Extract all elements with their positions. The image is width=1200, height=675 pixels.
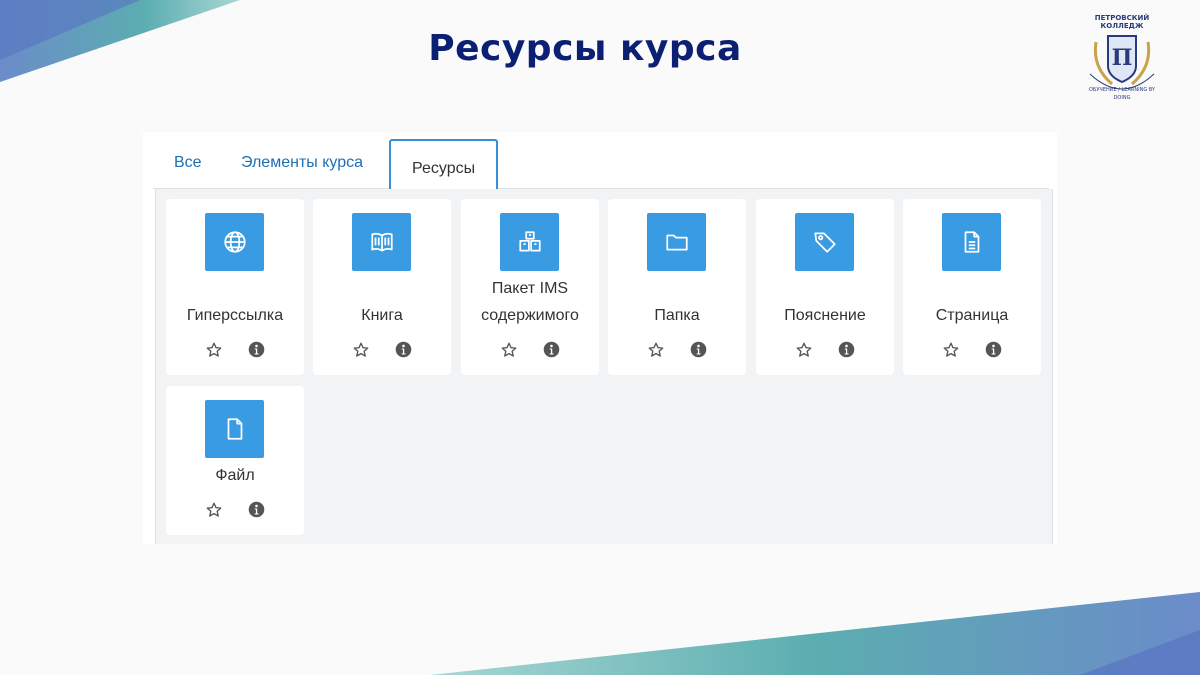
folder-icon bbox=[647, 213, 706, 271]
star-icon[interactable] bbox=[647, 341, 665, 359]
resource-label-line2: содержимого bbox=[481, 307, 579, 324]
resource-card-file[interactable]: Файл bbox=[166, 386, 304, 535]
resource-card-folder[interactable]: Папка bbox=[608, 199, 746, 375]
tab-resources[interactable]: Ресурсы bbox=[389, 139, 499, 193]
package-icon bbox=[500, 213, 559, 271]
info-icon[interactable] bbox=[985, 341, 1002, 358]
chooser-tabs: Все Элементы курса Ресурсы bbox=[153, 132, 1049, 193]
tag-icon bbox=[795, 213, 854, 271]
resource-label: Папка bbox=[654, 307, 700, 324]
resource-label: Пояснение bbox=[784, 307, 866, 324]
activity-chooser: Все Элементы курса Ресурсы Гиперссылка К… bbox=[143, 132, 1057, 544]
book-icon bbox=[352, 213, 411, 271]
file-icon bbox=[205, 400, 264, 458]
resource-card-url[interactable]: Гиперссылка bbox=[166, 199, 304, 375]
info-icon[interactable] bbox=[838, 341, 855, 358]
resource-label: Файл bbox=[215, 467, 255, 484]
info-icon[interactable] bbox=[543, 341, 560, 358]
resource-card-book[interactable]: Книга bbox=[313, 199, 451, 375]
star-icon[interactable] bbox=[795, 341, 813, 359]
logo-emblem-icon: П bbox=[1089, 35, 1155, 90]
info-icon[interactable] bbox=[395, 341, 412, 358]
page-icon bbox=[942, 213, 1001, 271]
tab-all[interactable]: Все bbox=[174, 154, 202, 172]
logo-motto: ОБУЧЕНИЕ / LEARNING BY DOING bbox=[1089, 87, 1155, 101]
star-icon[interactable] bbox=[352, 341, 370, 359]
resource-label: Страница bbox=[935, 307, 1009, 324]
info-icon[interactable] bbox=[690, 341, 707, 358]
resource-card-page[interactable]: Страница bbox=[903, 199, 1041, 375]
slide-title: Ресурсы курса bbox=[428, 28, 742, 69]
star-icon[interactable] bbox=[942, 341, 960, 359]
resource-card-ims-package[interactable]: Пакет IMS содержимого bbox=[461, 199, 599, 375]
star-icon[interactable] bbox=[205, 341, 223, 359]
star-icon[interactable] bbox=[500, 341, 518, 359]
info-icon[interactable] bbox=[248, 341, 265, 358]
resource-label: Книга bbox=[361, 307, 403, 324]
resource-card-label[interactable]: Пояснение bbox=[756, 199, 894, 375]
college-logo: ПЕТРОВСКИЙ КОЛЛЕДЖ П ОБУЧЕНИЕ / LEARNING… bbox=[1082, 12, 1162, 101]
svg-text:П: П bbox=[1112, 45, 1133, 71]
resources-panel: Гиперссылка Книга Пакет IMS содержимого bbox=[155, 189, 1053, 544]
info-icon[interactable] bbox=[248, 501, 265, 518]
globe-icon bbox=[205, 213, 264, 271]
tab-activities[interactable]: Элементы курса bbox=[241, 154, 363, 172]
resource-label-line1: Пакет IMS bbox=[491, 280, 569, 297]
resource-label: Гиперссылка bbox=[186, 307, 284, 324]
star-icon[interactable] bbox=[205, 501, 223, 519]
